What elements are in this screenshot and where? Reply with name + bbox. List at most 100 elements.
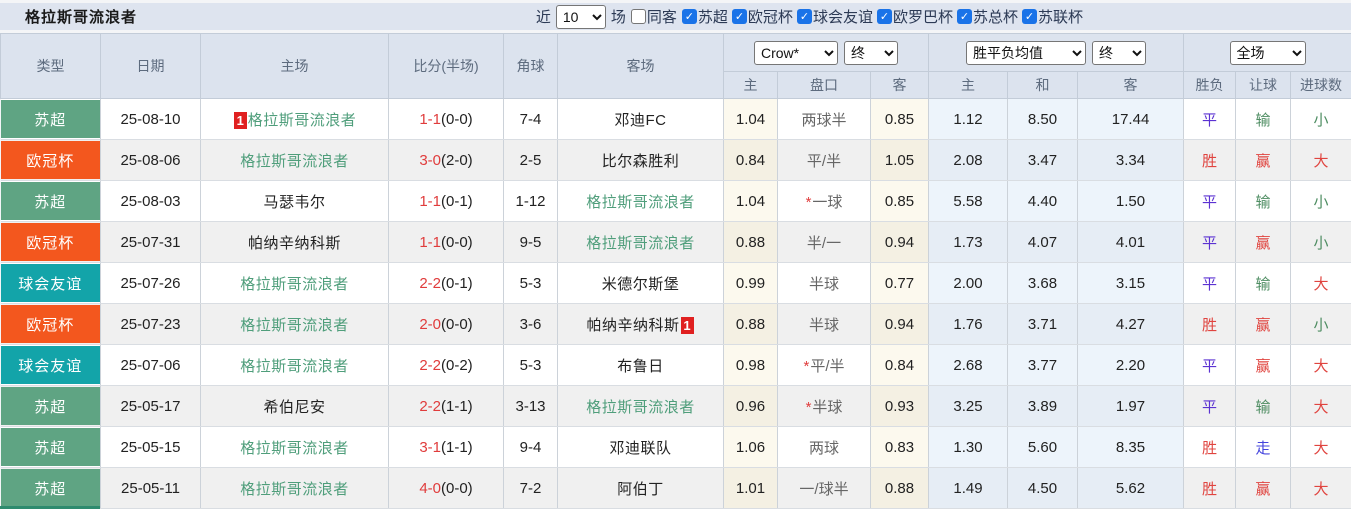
match-type-badge: 欧冠杯 [0,223,100,261]
col-header-away: 客场 [557,33,724,99]
recent-count-select[interactable]: 10 [555,4,606,29]
same-away-label: 同客 [646,9,677,26]
crow-away-odds: 0.83 [870,426,930,468]
mean-home-odds: 2.08 [928,139,1009,181]
league-filter[interactable]: ✓ 球会友谊 [796,6,873,27]
league-checkbox[interactable]: ✓ [681,9,697,24]
score-cell: 1-1(0-1) [388,180,504,222]
league-checkbox[interactable]: ✓ [796,9,812,24]
home-team-name: 格拉斯哥流浪者 [240,316,349,334]
half-score: (1-1) [441,397,473,415]
result-goals: 小 [1290,303,1351,345]
crow-home-odds: 0.99 [723,262,778,304]
mean-away-odds: 4.27 [1077,303,1185,345]
league-checkbox[interactable]: ✓ [956,9,972,24]
page-title: 格拉斯哥流浪者 [25,9,138,26]
result-outcome: 胜 [1183,303,1237,345]
result-goals: 大 [1290,344,1351,386]
sub-header-handicap-result: 让球 [1235,71,1292,99]
half-score: (0-0) [441,479,473,497]
result-outcome: 胜 [1183,467,1237,509]
mean-home-odds: 2.00 [928,262,1009,304]
home-team-cell: 格拉斯哥流浪者 [200,426,389,468]
mean-draw-odds: 3.68 [1007,262,1079,304]
crow-away-odds: 0.77 [870,262,930,304]
corner-score: 1-12 [503,180,558,222]
crow-home-odds: 0.88 [723,221,778,263]
crow-away-odds: 0.84 [870,344,930,386]
crow-away-odds: 0.85 [870,180,930,222]
league-filter[interactable]: ✓ 苏超 [681,6,728,27]
away-team-name: 阿伯丁 [617,480,664,498]
league-filter[interactable]: ✓ 苏总杯 [956,6,1018,27]
odds-source-select[interactable]: Crow* [754,40,838,65]
score-cell: 2-2(0-1) [388,262,504,304]
corner-score: 3-13 [503,385,558,427]
same-away-checkbox[interactable] [630,9,646,24]
away-team-cell: 帕纳辛纳科斯 1 [557,303,724,345]
league-filters: ✓ 苏超 ✓ 欧冠杯 ✓ 球会友谊 ✓ 欧罗巴杯 ✓ 苏总杯 ✓ 苏联杯 [681,6,1083,27]
league-checkbox[interactable]: ✓ [731,9,747,24]
score-cell: 2-0(0-0) [388,303,504,345]
crow-away-odds: 0.94 [870,221,930,263]
match-date: 25-07-23 [100,303,201,345]
away-team-cell: 布鲁日 [557,344,724,386]
crow-home-odds: 1.04 [723,98,778,140]
handicap-cell: *半球 [777,385,871,427]
league-filter[interactable]: ✓ 欧冠杯 [731,6,793,27]
corner-score: 3-6 [503,303,558,345]
mean-away-odds: 1.50 [1077,180,1185,222]
home-team-cell: 格拉斯哥流浪者 [200,467,389,509]
crow-home-odds: 0.96 [723,385,778,427]
result-outcome: 胜 [1183,139,1237,181]
sub-header-crow-away: 客 [869,71,930,99]
sub-header-mean-win: 主 [928,71,1009,99]
away-team-name: 布鲁日 [617,357,664,375]
crow-home-odds: 1.01 [723,467,778,509]
handicap-cell: 半球 [777,303,871,345]
handicap-star: * [803,357,810,375]
col-header-score: 比分(半场) [388,33,504,99]
league-filter[interactable]: ✓ 苏联杯 [1021,6,1083,27]
mean-draw-odds: 3.47 [1007,139,1079,181]
full-score: 1-1 [419,192,441,210]
home-team-name: 格拉斯哥流浪者 [247,111,357,129]
match-table: 类型 日期 主场 比分(半场) 角球 客场 Crow* 终 胜平负均值 终 全场… [0,33,1351,509]
league-filter[interactable]: ✓ 欧罗巴杯 [876,6,953,27]
same-away-filter[interactable]: 同客 [630,6,677,27]
crow-home-odds: 1.06 [723,426,778,468]
match-type-badge: 苏超 [0,469,100,507]
wdl-final-select[interactable]: 终 [1092,40,1147,65]
league-checkbox[interactable]: ✓ [876,9,892,24]
result-goals: 大 [1290,262,1351,304]
score-cell: 4-0(0-0) [388,467,504,509]
half-score: (0-1) [441,192,473,210]
crow-away-odds: 0.94 [870,303,930,345]
match-date: 25-07-31 [100,221,201,263]
corner-score: 9-4 [503,426,558,468]
sub-header-outcome: 胜负 [1183,71,1237,99]
result-handicap: 赢 [1235,303,1292,345]
home-team-cell: 马瑟韦尔 [200,180,389,222]
corner-score: 5-3 [503,344,558,386]
crow-home-odds: 0.88 [723,303,778,345]
full-score: 2-0 [419,315,441,333]
result-handicap: 输 [1235,385,1292,427]
match-date: 25-08-06 [100,139,201,181]
handicap-cell: 一/球半 [777,467,871,509]
scope-select[interactable]: 全场 [1229,40,1306,65]
wdl-mean-select[interactable]: 胜平负均值 [966,40,1087,65]
league-checkbox[interactable]: ✓ [1021,9,1037,24]
score-cell: 1-1(0-0) [388,221,504,263]
mean-draw-odds: 8.50 [1007,98,1079,140]
matches-unit-label: 场 [610,9,626,26]
half-score: (0-0) [441,110,473,128]
corner-score: 9-5 [503,221,558,263]
table-row: 欧冠杯 25-07-31 帕纳辛纳科斯 1-1(0-0) 9-5 格拉斯哥流浪者… [0,221,1351,263]
topbar: 格拉斯哥流浪者 近 10 场 同客 ✓ 苏超 ✓ 欧冠杯 ✓ 球会友谊 ✓ 欧罗… [0,3,1351,30]
result-outcome: 胜 [1183,426,1237,468]
odds-final-select[interactable]: 终 [844,40,898,65]
away-team-name: 格拉斯哥流浪者 [586,398,695,416]
mean-draw-odds: 3.71 [1007,303,1079,345]
result-outcome: 平 [1183,221,1237,263]
